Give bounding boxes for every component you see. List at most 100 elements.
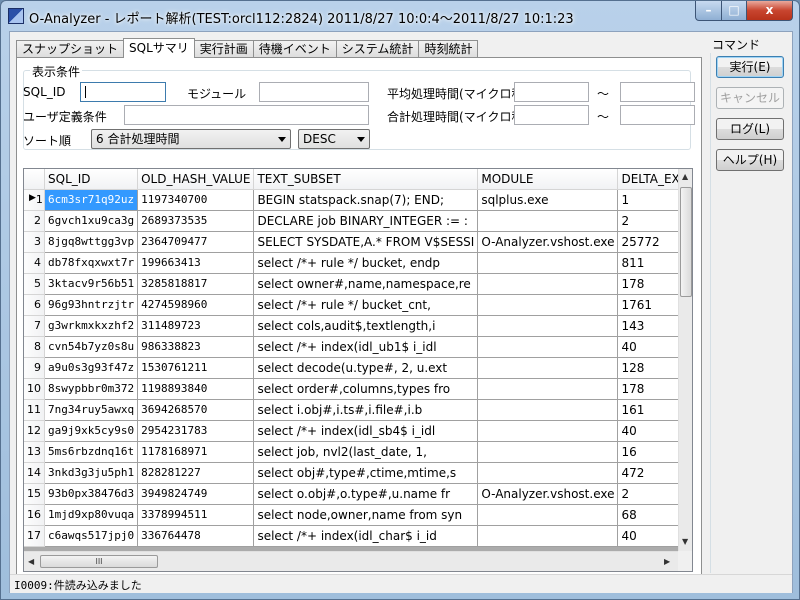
scroll-up-icon[interactable]: ▲ [682,172,688,181]
cell-module[interactable] [477,420,619,442]
cell-module[interactable] [477,210,619,232]
cell-sql-id[interactable]: 96g93hntrzjtr [44,294,139,316]
cell-delta-exe[interactable]: 2 [617,483,678,505]
table-row[interactable]: 10 8swypbbr0m372 1198893840 select order#,c… [24,378,678,400]
cell-sql-id[interactable]: 8swypbbr0m372 [44,378,139,400]
cell-old-hash-value[interactable]: 1530761211 [137,357,255,379]
cell-row-number[interactable]: 14 [24,462,45,484]
table-row[interactable]: 17 c6awqs517jpj0 336764478 select /*+ index… [24,525,678,547]
total-time-max-input[interactable] [620,105,695,125]
sql-id-input[interactable] [80,82,166,102]
minimize-button[interactable]: – [695,1,722,21]
cell-delta-exe[interactable]: 25772 [617,231,678,253]
table-row[interactable]: 2 6gvch1xu9ca3g 2689373535 DECLARE job BINA… [24,210,678,232]
cell-module[interactable] [477,441,619,463]
cell-old-hash-value[interactable]: 199663413 [137,252,255,274]
cell-delta-exe[interactable]: 811 [617,252,678,274]
cell-module[interactable]: O-Analyzer.vshost.exe [477,483,619,505]
tab-sql-summary[interactable]: SQLサマリ [123,38,195,58]
scroll-down-icon[interactable]: ▼ [682,537,688,546]
cell-row-number[interactable]: 4 [24,252,45,274]
cell-module[interactable] [477,336,619,358]
cell-delta-exe[interactable]: 178 [617,273,678,295]
cell-text-subset[interactable]: select /*+ rule */ bucket_cnt, [253,294,479,316]
cell-delta-exe[interactable]: 1761 [617,294,678,316]
cell-delta-exe[interactable]: 472 [617,462,678,484]
cell-old-hash-value[interactable]: 1198893840 [137,378,255,400]
table-row[interactable]: 4 db78fxqxwxt7r 199663413 select /*+ rule *… [24,252,678,274]
cell-delta-exe[interactable]: 161 [617,399,678,421]
cell-sql-id[interactable]: 93b0px38476d3 [44,483,139,505]
sort-select[interactable]: 6 合計処理時間 [91,129,291,149]
cell-module[interactable] [477,378,619,400]
scroll-left-icon[interactable]: ◀ [28,557,34,566]
cell-text-subset[interactable]: select job, nvl2(last_date, 1, [253,441,479,463]
cell-text-subset[interactable]: select node,owner,name from syn [253,504,479,526]
cell-old-hash-value[interactable]: 3285818817 [137,273,255,295]
column-header-sql-id[interactable]: SQL_ID [44,169,139,190]
help-button[interactable]: ヘルプ(H) [716,149,784,171]
cell-text-subset[interactable]: select o.obj#,o.type#,u.name fr [253,483,479,505]
total-time-min-input[interactable] [514,105,589,125]
cell-old-hash-value[interactable]: 1178168971 [137,441,255,463]
cell-row-number[interactable]: 13 [24,441,45,463]
cell-delta-exe[interactable]: 178 [617,378,678,400]
cell-text-subset[interactable]: BEGIN statspack.snap(7); END; [253,189,479,211]
user-cond-input[interactable] [124,105,369,125]
horizontal-scrollbar[interactable]: ◀ III ▶ [24,551,678,571]
cell-delta-exe[interactable]: 1 [617,189,678,211]
cell-delta-exe[interactable]: 16 [617,441,678,463]
column-header-text-subset[interactable]: TEXT_SUBSET [253,169,479,190]
avg-time-min-input[interactable] [514,82,589,102]
cell-row-number[interactable]: 9 [24,357,45,379]
cell-old-hash-value[interactable]: 1197340700 [137,189,255,211]
column-header-module[interactable]: MODULE [477,169,619,190]
scroll-right-icon[interactable]: ▶ [664,557,670,566]
cell-text-subset[interactable]: select decode(u.type#, 2, u.ext [253,357,479,379]
cell-sql-id[interactable]: c6awqs517jpj0 [44,525,139,547]
vertical-scroll-thumb[interactable] [680,187,692,297]
cell-row-number[interactable]: 3 [24,231,45,253]
cell-text-subset[interactable]: select obj#,type#,ctime,mtime,s [253,462,479,484]
cell-delta-exe[interactable]: 2 [617,210,678,232]
avg-time-max-input[interactable] [620,82,695,102]
cell-delta-exe[interactable]: 40 [617,525,678,547]
module-input[interactable] [259,82,369,102]
cell-module[interactable] [477,525,619,547]
tab-system-stats[interactable]: システム統計 [335,40,420,58]
cell-row-number[interactable]: 7 [24,315,45,337]
table-row[interactable]: 16 1mjd9xp80vuqa 3378994511 select node,own… [24,504,678,526]
cell-row-number[interactable]: 10 [24,378,45,400]
table-row[interactable]: 6 96g93hntrzjtr 4274598960 select /*+ rule … [24,294,678,316]
table-row[interactable]: 11 7ng34ruy5awxq 3694268570 select i.obj#,i… [24,399,678,421]
cell-old-hash-value[interactable]: 311489723 [137,315,255,337]
cell-sql-id[interactable]: 6cm3sr71q92uz [44,189,139,211]
cell-sql-id[interactable]: 8jgq8wttgg3vp [44,231,139,253]
cell-text-subset[interactable]: select order#,columns,types fro [253,378,479,400]
cell-row-number[interactable]: 8 [24,336,45,358]
cell-row-number[interactable]: ▶ 1 [24,189,45,211]
cell-delta-exe[interactable]: 68 [617,504,678,526]
column-header-delta-exe[interactable]: DELTA_EXE [617,169,678,190]
cell-module[interactable] [477,462,619,484]
cell-sql-id[interactable]: 3ktacv9r56b51 [44,273,139,295]
cell-sql-id[interactable]: db78fxqxwxt7r [44,252,139,274]
table-row[interactable]: 9 a9u0s3g93f47z 1530761211 select decode(u.… [24,357,678,379]
cell-text-subset[interactable]: select cols,audit$,textlength,i [253,315,479,337]
table-row[interactable]: 13 5ms6rbzdnq16t 1178168971 select job, nvl… [24,441,678,463]
grid-corner-header[interactable] [24,169,45,190]
cancel-button[interactable]: キャンセル [716,87,784,109]
tab-wait-events[interactable]: 待機イベント [252,40,337,58]
cell-sql-id[interactable]: 3nkd3g3ju5ph1 [44,462,139,484]
table-row[interactable]: 12 ga9j9xk5cy9s0 2954231783 select /*+ inde… [24,420,678,442]
cell-sql-id[interactable]: 5ms6rbzdnq16t [44,441,139,463]
cell-sql-id[interactable]: g3wrkmxkxzhf2 [44,315,139,337]
cell-row-number[interactable]: 17 [24,525,45,547]
run-button[interactable]: 実行(E) [716,56,784,78]
vertical-scrollbar[interactable]: ▲ ▼ [678,169,692,551]
cell-sql-id[interactable]: 1mjd9xp80vuqa [44,504,139,526]
cell-row-number[interactable]: 16 [24,504,45,526]
order-select[interactable]: DESC [298,129,370,149]
cell-module[interactable]: sqlplus.exe [477,189,619,211]
cell-sql-id[interactable]: cvn54b7yz0s8u [44,336,139,358]
